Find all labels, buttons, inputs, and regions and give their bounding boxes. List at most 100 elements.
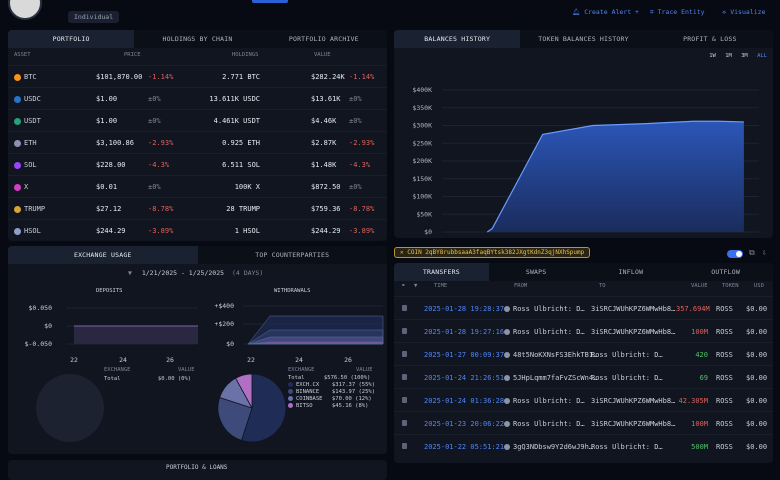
withdrawal-legend-item[interactable]: BINANCE $143.97 (25%) (288, 389, 383, 396)
transfer-row[interactable]: 2025-01-23 20:06:22 Ross Ulbricht: D… 3iSR… (394, 411, 773, 434)
tab-portfolio-archive[interactable]: PORTFOLIO ARCHIVE (261, 30, 387, 48)
portfolio-row[interactable]: X $0.01 ±0% 100K X $872.50 ±0% (8, 175, 387, 197)
time-cell[interactable]: 2025-01-28 19:27:16 (424, 328, 504, 336)
to-cell[interactable]: 3iSRCJWUhKPZ6WMwHb8… (591, 397, 675, 405)
exchange-panel: EXCHANGE USAGE TOP COUNTERPARTIES ▼ 1/21… (8, 246, 387, 454)
time-cell[interactable]: 2025-01-23 20:06:22 (424, 420, 504, 428)
range-3m[interactable]: 3M (741, 53, 748, 59)
value-cell: 69 (699, 374, 708, 382)
tab-portfolio[interactable]: PORTFOLIO (8, 30, 135, 48)
transfer-row[interactable]: 2025-01-28 19:28:37 Ross Ulbricht: D… 3iSR… (394, 296, 773, 319)
to-cell[interactable]: 3iSRCJWUhKPZ6WMwHb8… (591, 420, 675, 428)
tab-profit-loss[interactable]: PROFIT & LOSS (647, 30, 773, 48)
to-cell[interactable]: Ross Ulbricht: D… (591, 443, 663, 451)
from-cell[interactable]: 3gQ3NDbsw9Y2d6wJ9h… (504, 443, 593, 451)
tab-swaps[interactable]: SWAPS (489, 263, 584, 281)
copy-icon[interactable]: ⧉ (749, 248, 755, 258)
tab-outflow[interactable]: OUTFLOW (678, 263, 773, 281)
range-1m[interactable]: 1M (725, 53, 732, 59)
time-cell[interactable]: 2025-01-24 01:36:28 (424, 397, 504, 405)
price-cell: $228.00 (96, 161, 126, 169)
from-cell[interactable]: 5JHpLqmm7faFvZScWn4… (504, 374, 597, 382)
withdrawal-legend-item[interactable]: BITSO $45.16 (8%) (288, 403, 383, 410)
asset-cell: SOL (14, 161, 37, 169)
from-cell[interactable]: Ross Ulbricht: D… (504, 305, 585, 313)
transfer-row[interactable]: 2025-01-24 01:36:28 Ross Ulbricht: D… 3iSR… (394, 388, 773, 411)
tab-inflow[interactable]: INFLOW (584, 263, 679, 281)
portfolio-row[interactable]: HSOL $244.29 -3.89% 1 HSOL $244.29 -3.89% (8, 219, 387, 241)
col-token[interactable]: TOKEN (722, 283, 739, 289)
y-tick-label: $300K (412, 122, 432, 130)
col-holdings[interactable]: HOLDINGS (232, 52, 259, 58)
price-change: -4.3% (148, 161, 170, 169)
token-icon (14, 161, 21, 169)
col-value[interactable]: VALUE (691, 283, 708, 289)
transfer-row[interactable]: 2025-01-27 00:09:37 48t5NoKXNsFS3EhkTB1… R… (394, 342, 773, 365)
from-cell[interactable]: Ross Ulbricht: D… (504, 420, 585, 428)
col-price[interactable]: PRICE (124, 52, 141, 58)
entity-icon (504, 375, 510, 381)
portfolio-row[interactable]: BTC $101,870.00 -1.14% 2.771 BTC $282.24K -1.… (8, 65, 387, 87)
entity-icon (504, 352, 510, 358)
usd-cell: $0.00 (746, 305, 768, 313)
transfer-row[interactable]: 2025-01-22 05:51:21 3gQ3NDbsw9Y2d6wJ9h… Ro… (394, 434, 773, 457)
range-all[interactable]: ALL (757, 53, 767, 59)
price-cell: $3,100.86 (96, 139, 134, 147)
col-from[interactable]: FROM (514, 283, 527, 289)
col-usd[interactable]: USD (754, 283, 764, 289)
tab-balances-history[interactable]: BALANCES HISTORY (394, 30, 521, 48)
trace-entity-button[interactable]: ⌗ Trace Entity (650, 8, 705, 17)
transfer-row[interactable]: 2025-01-24 21:26:51 5JHpLqmm7faFvZScWn4… R… (394, 365, 773, 388)
avatar[interactable] (8, 0, 42, 20)
holdings-cell: 0.925 ETH (222, 139, 260, 147)
asset-cell: HSOL (14, 227, 41, 235)
to-cell[interactable]: 3iSRCJWUhKPZ6WMwHb8… (591, 305, 675, 313)
portfolio-row[interactable]: ETH $3,100.86 -2.93% 0.925 ETH $2.87K -2.93% (8, 131, 387, 153)
deposit-x-label: 24 (119, 356, 127, 364)
to-cell[interactable]: 3iSRCJWUhKPZ6WMwHb8… (591, 328, 675, 336)
col-time[interactable]: TIME (434, 283, 447, 289)
from-cell[interactable]: Ross Ulbricht: D… (504, 397, 585, 405)
withdrawal-legend-item[interactable]: COINBASE $70.00 (12%) (288, 396, 383, 403)
value-cell: $759.36 (311, 205, 341, 213)
time-filter-icon[interactable]: ▼ (414, 283, 417, 289)
from-cell[interactable]: Ross Ulbricht: D… (504, 328, 585, 336)
col-to[interactable]: TO (599, 283, 606, 289)
transfers-tabs: TRANSFERS SWAPS INFLOW OUTFLOW (394, 263, 773, 281)
portfolio-row[interactable]: TRUMP $27.12 -8.78% 28 TRUMP $759.36 -8.78% (8, 197, 387, 219)
time-cell[interactable]: 2025-01-22 05:51:21 (424, 443, 504, 451)
header-chip[interactable] (252, 0, 288, 3)
time-cell[interactable]: 2025-01-28 19:28:37 (424, 305, 504, 313)
time-cell[interactable]: 2025-01-24 21:26:51 (424, 374, 504, 382)
coin-filter-chip[interactable]: ✕ COIN 2qBY8rubbsaaA3faqBYtsk382JXgtKdnZ… (394, 247, 591, 258)
holdings-cell: 13.611K USDC (209, 95, 260, 103)
to-cell[interactable]: Ross Ulbricht: D… (591, 374, 663, 382)
tab-transfers[interactable]: TRANSFERS (394, 263, 489, 281)
legend-swatch (288, 396, 293, 401)
to-cell[interactable]: Ross Ulbricht: D… (591, 351, 663, 359)
range-1w[interactable]: 1W (709, 53, 716, 59)
tab-holdings-by-chain[interactable]: HOLDINGS BY CHAIN (134, 30, 260, 48)
from-cell[interactable]: 48t5NoKXNsFS3EhkTB1… (504, 351, 597, 359)
transfer-row[interactable]: 2025-01-28 19:27:16 Ross Ulbricht: D… 3iSR… (394, 319, 773, 342)
close-icon[interactable]: ✕ (400, 249, 404, 256)
tab-token-balances-history[interactable]: TOKEN BALANCES HISTORY (520, 30, 646, 48)
usd-cell: $0.00 (746, 443, 768, 451)
col-asset[interactable]: ASSET (14, 52, 31, 58)
balance-area (487, 121, 744, 232)
withdrawal-legend-item[interactable]: EXCH.CX $317.37 (55%) (288, 382, 383, 389)
export-icon[interactable]: ⇩ (762, 248, 767, 257)
create-alert-button[interactable]: 🔔︎ Create Alert + (572, 8, 639, 16)
col-value[interactable]: VALUE (314, 52, 331, 58)
portfolio-row[interactable]: SOL $228.00 -4.3% 6.511 SOL $1.48K -4.3% (8, 153, 387, 175)
asset-cell: TRUMP (14, 205, 45, 213)
time-cell[interactable]: 2025-01-27 00:09:37 (424, 351, 504, 359)
visualize-button[interactable]: ⟡ Visualize (722, 8, 765, 17)
toggle-switch[interactable] (727, 250, 743, 258)
portfolio-row[interactable]: USDC $1.00 ±0% 13.611K USDC $13.61K ±0% (8, 87, 387, 109)
portfolio-row[interactable]: USDT $1.00 ±0% 4.461K USDT $4.46K ±0% (8, 109, 387, 131)
deposit-total: Total $0.00 (0%) (104, 376, 192, 382)
usd-cell: $0.00 (746, 420, 768, 428)
portfolio-panel: PORTFOLIO HOLDINGS BY CHAIN PORTFOLIO AR… (8, 30, 387, 241)
y-tick-label: $250K (412, 139, 432, 147)
